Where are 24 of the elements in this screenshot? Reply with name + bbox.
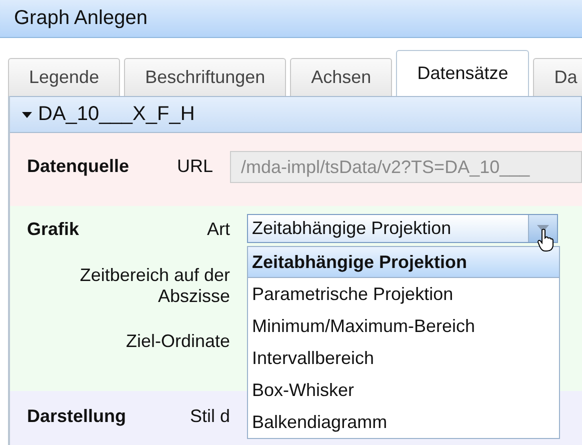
- tab[interactable]: Beschriftungen: [124, 58, 286, 96]
- field-label: Art: [206, 219, 230, 240]
- tab[interactable]: Achsen: [290, 58, 392, 96]
- field-label: Zeitbereich auf der Abszisse: [78, 265, 230, 307]
- window-title: Graph Anlegen: [14, 7, 148, 30]
- section-title: Datenquelle: [27, 156, 130, 177]
- dropdown-option[interactable]: Box-Whisker: [248, 374, 559, 406]
- section-title: Grafik: [27, 219, 80, 240]
- tab[interactable]: Datensätze: [396, 50, 530, 96]
- field-label: Ziel-Ordinate: [126, 331, 230, 352]
- caret-icon: [22, 112, 32, 118]
- dropdown-option[interactable]: Parametrische Projektion: [248, 278, 559, 310]
- tab[interactable]: Legende: [8, 58, 120, 96]
- dropdown-option[interactable]: Minimum/Maximum-Bereich: [248, 310, 559, 342]
- field-label: Stil d: [190, 406, 230, 427]
- dataset-header[interactable]: DA_10___X_F_H: [10, 96, 582, 133]
- section-title: Darstellung: [27, 406, 126, 427]
- dropdown-option[interactable]: Balkendiagramm: [248, 406, 559, 438]
- dataset-name: DA_10___X_F_H: [38, 103, 195, 126]
- tab[interactable]: Da: [533, 58, 582, 96]
- type-dropdown[interactable]: Zeitabhängige Projektion: [247, 214, 558, 243]
- field-label: URL: [176, 156, 213, 177]
- dropdown-option[interactable]: Zeitabhängige Projektion: [248, 247, 559, 278]
- dropdown-option[interactable]: Intervallbereich: [248, 342, 559, 374]
